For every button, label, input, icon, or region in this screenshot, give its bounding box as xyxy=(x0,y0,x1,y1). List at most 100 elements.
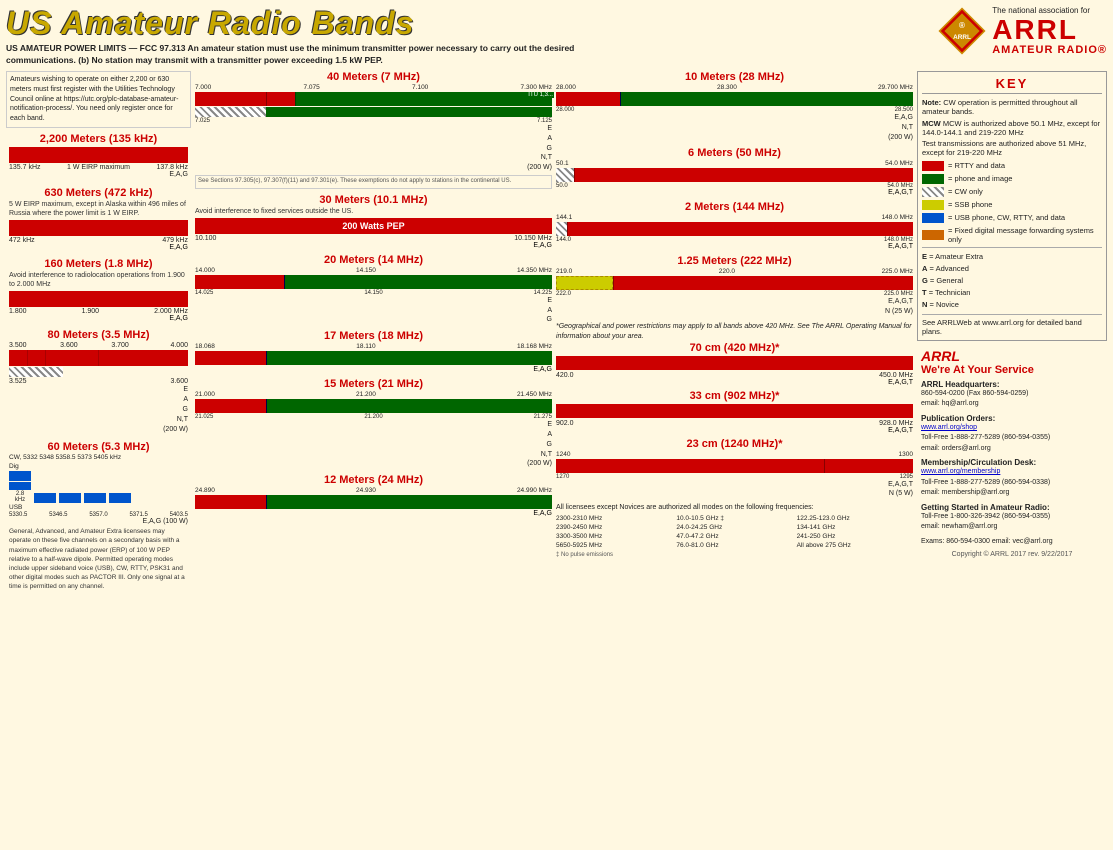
band-12: 12 Meters (24 MHz) 24.89024.93024.990 MH… xyxy=(195,474,552,517)
freq-table: All licensees except Novices are authori… xyxy=(556,503,913,560)
arrl-membership-title: Membership/Circulation Desk: xyxy=(921,458,1103,467)
key-title: KEY xyxy=(922,76,1102,94)
band-60-title: 60 Meters (5.3 MHz) xyxy=(9,441,188,453)
band-20-title: 20 Meters (14 MHz) xyxy=(195,254,552,266)
band-70cm-title: 70 cm (420 MHz)* xyxy=(556,342,913,354)
band-12-classes: E,A,G xyxy=(195,510,552,517)
band-23cm-title: 23 cm (1240 MHz)* xyxy=(556,438,913,450)
band-2200-freq-high: 137.8 kHz xyxy=(156,164,188,171)
band-30-freq-low: 10.100 xyxy=(195,235,216,242)
band-columns: 40 Meters (7 MHz) 7.0007.0757.1007.300 M… xyxy=(195,71,913,844)
right-column: KEY Note: CW operation is permitted thro… xyxy=(917,71,1107,844)
header: US Amateur Radio Bands US AMATEUR POWER … xyxy=(6,6,1107,67)
key-swatch-ssb xyxy=(922,200,944,210)
key-item-rtty: = RTTY and data xyxy=(922,161,1102,171)
svg-text:®: ® xyxy=(959,21,965,30)
arrl-pub-website[interactable]: www.arrl.org/shop xyxy=(921,424,977,431)
band-10: 10 Meters (28 MHz) 28.00028.30029.700 MH… xyxy=(556,71,913,142)
band-2200-freq-low: 135.7 kHz xyxy=(9,164,41,171)
arrl-hq-phone: 860-594-0200 (Fax 860-594-0259) xyxy=(921,389,1103,400)
freq-table-cols: 2300-2310 MHz 2390-2450 MHz 3300-3500 MH… xyxy=(556,514,913,550)
title-section: US Amateur Radio Bands US AMATEUR POWER … xyxy=(6,6,938,67)
arrl-newham-tollfree: Toll-Free 1-800-326-3942 (860-594-0355) xyxy=(921,512,1103,523)
subtitle: US AMATEUR POWER LIMITS — FCC 97.313 An … xyxy=(6,43,606,67)
band-6: 6 Meters (50 MHz) 50.154.0 MHz 50.054.0 … xyxy=(556,147,913,196)
band-630: 630 Meters (472 kHz) 5 W EIRP maximum, e… xyxy=(6,185,191,253)
arrl-newham: Getting Started in Amateur Radio: Toll-F… xyxy=(921,503,1103,533)
arrl-text-block: The national association for ARRL AMATEU… xyxy=(992,6,1107,56)
band-160-freq-high: 2.000 MHz xyxy=(154,308,188,315)
arrl-membership-tollfree: Toll-Free 1-888-277-5289 (860-594-0338) xyxy=(921,478,1103,489)
mid-column: 40 Meters (7 MHz) 7.0007.0757.1007.300 M… xyxy=(195,71,913,844)
band-60: 60 Meters (5.3 MHz) CW, 5332 5348 5358.5… xyxy=(6,439,191,593)
band-2200-power: 1 W EIRP maximum xyxy=(67,164,130,171)
arrl-exams: Exams: 860-594-0300 email: vec@arrl.org xyxy=(921,537,1103,548)
freq-col-3: 122.25-123.0 GHz 134-141 GHz 241-250 GHz… xyxy=(797,514,913,550)
band-70cm-classes: E,A,G,T xyxy=(556,379,913,386)
band-80-title: 80 Meters (3.5 MHz) xyxy=(9,329,188,341)
key-note-title: Note: xyxy=(922,98,941,107)
band-17-classes: E,A,G xyxy=(195,366,552,373)
band-160-title: 160 Meters (1.8 MHz) xyxy=(9,258,188,270)
band-60-note: General, Advanced, and Amateur Extra lic… xyxy=(9,527,188,591)
main-title: US Amateur Radio Bands xyxy=(6,6,938,41)
band-630-freq-high: 479 kHz xyxy=(162,237,188,244)
band-30-note: Avoid interference to fixed services out… xyxy=(195,207,552,216)
freq-col-1: 2300-2310 MHz 2390-2450 MHz 3300-3500 MH… xyxy=(556,514,672,550)
arrl-pub-email: email: orders@arrl.org xyxy=(921,444,1103,455)
freq-col-2: 10.0-10.5 GHz ‡ 24.0-24.25 GHz 47.0-47.2… xyxy=(676,514,792,550)
key-item-cw: = CW only xyxy=(922,187,1102,197)
band-630-classes: E,A,G xyxy=(9,244,188,251)
arrl-membership: Membership/Circulation Desk: www.arrl.or… xyxy=(921,458,1103,499)
band-30-classes: E,A,G xyxy=(195,242,552,249)
arrl-membership-email: email: membership@arrl.org xyxy=(921,488,1103,499)
band-10-title: 10 Meters (28 MHz) xyxy=(556,71,913,83)
arrl-hq: ARRL Headquarters: 860-594-0200 (Fax 860… xyxy=(921,380,1103,410)
copyright: Copyright © ARRL 2017 rev. 9/22/2017 xyxy=(921,551,1103,558)
band-23cm: 23 cm (1240 MHz)* 12401300 12701295 E xyxy=(556,438,913,500)
band-17: 17 Meters (18 MHz) 18.06818.11018.168 MH… xyxy=(195,330,552,373)
band-12-title: 12 Meters (24 MHz) xyxy=(195,474,552,486)
band-30-title: 30 Meters (10.1 MHz) xyxy=(195,194,552,206)
key-note-mcw: MCW is authorized above 50.1 MHz, except… xyxy=(922,119,1100,137)
band-160-note: Avoid interference to radiolocation oper… xyxy=(9,271,188,289)
key-swatch-cw xyxy=(922,187,944,197)
arrl-newham-email: email: newham@arrl.org xyxy=(921,522,1103,533)
geo-note: *Geographical and power restrictions may… xyxy=(556,322,913,342)
band-630-note: 5 W EIRP maximum, except in Alaska withi… xyxy=(9,200,188,218)
band-125cm-title: 1.25 Meters (222 MHz) xyxy=(556,255,913,267)
band-160-freq-mid: 1.900 xyxy=(82,308,100,315)
hf-col2: 10 Meters (28 MHz) 28.00028.30029.700 MH… xyxy=(556,71,913,844)
arrl-diamond-icon: ® ARRL xyxy=(938,7,986,55)
band-20: 20 Meters (14 MHz) 14.00014.15014.350 MH… xyxy=(195,254,552,325)
hf-col1: 40 Meters (7 MHz) 7.0007.0757.1007.300 M… xyxy=(195,71,552,844)
key-swatch-digital xyxy=(922,230,944,240)
freq-table-note: ‡ No pulse emissions xyxy=(556,551,913,559)
band-15-title: 15 Meters (21 MHz) xyxy=(195,378,552,390)
band-2200-note-text: Amateurs wishing to operate on either 2,… xyxy=(10,76,178,122)
band-80: 80 Meters (3.5 MHz) 3.5003.6003.7004.000… xyxy=(6,327,191,436)
band-6-title: 6 Meters (50 MHz) xyxy=(556,147,913,159)
band-30: 30 Meters (10.1 MHz) Avoid interference … xyxy=(195,194,552,249)
key-item-ssb: = SSB phone xyxy=(922,200,1102,210)
band-70cm: 70 cm (420 MHz)* 420.0450.0 MHz E,A,G,T xyxy=(556,342,913,386)
band-30-power: 200 Watts PEP xyxy=(342,221,404,231)
arrl-service-title: ARRL xyxy=(921,348,1103,364)
key-note-test: Test transmissions are authorized above … xyxy=(922,139,1102,157)
band-2200: 2,200 Meters (135 kHz) 135.7 kHz 1 W EIR… xyxy=(6,131,191,182)
band-160-classes: E,A,G xyxy=(9,315,188,322)
arrl-newham-title: Getting Started in Amateur Radio: xyxy=(921,503,1103,512)
band-40-title: 40 Meters (7 MHz) xyxy=(195,71,552,83)
arrl-pub: Publication Orders: www.arrl.org/shop To… xyxy=(921,414,1103,455)
band-2200-note: Amateurs wishing to operate on either 2,… xyxy=(6,71,191,128)
left-column: Amateurs wishing to operate on either 2,… xyxy=(6,71,191,844)
arrl-hq-email: email: hq@arrl.org xyxy=(921,399,1103,410)
arrl-logo: ® ARRL The national association for ARRL… xyxy=(938,6,1107,56)
arrl-name: ARRL xyxy=(992,16,1107,44)
arrl-membership-website[interactable]: www.arrl.org/membership xyxy=(921,468,1000,475)
band-630-title: 630 Meters (472 kHz) xyxy=(9,187,188,199)
key-swatch-rtty xyxy=(922,161,944,171)
band-160-freq-low: 1.800 xyxy=(9,308,27,315)
freq-table-title: All licensees except Novices are authori… xyxy=(556,503,913,513)
band-2200-classes: E,A,G xyxy=(9,171,188,178)
